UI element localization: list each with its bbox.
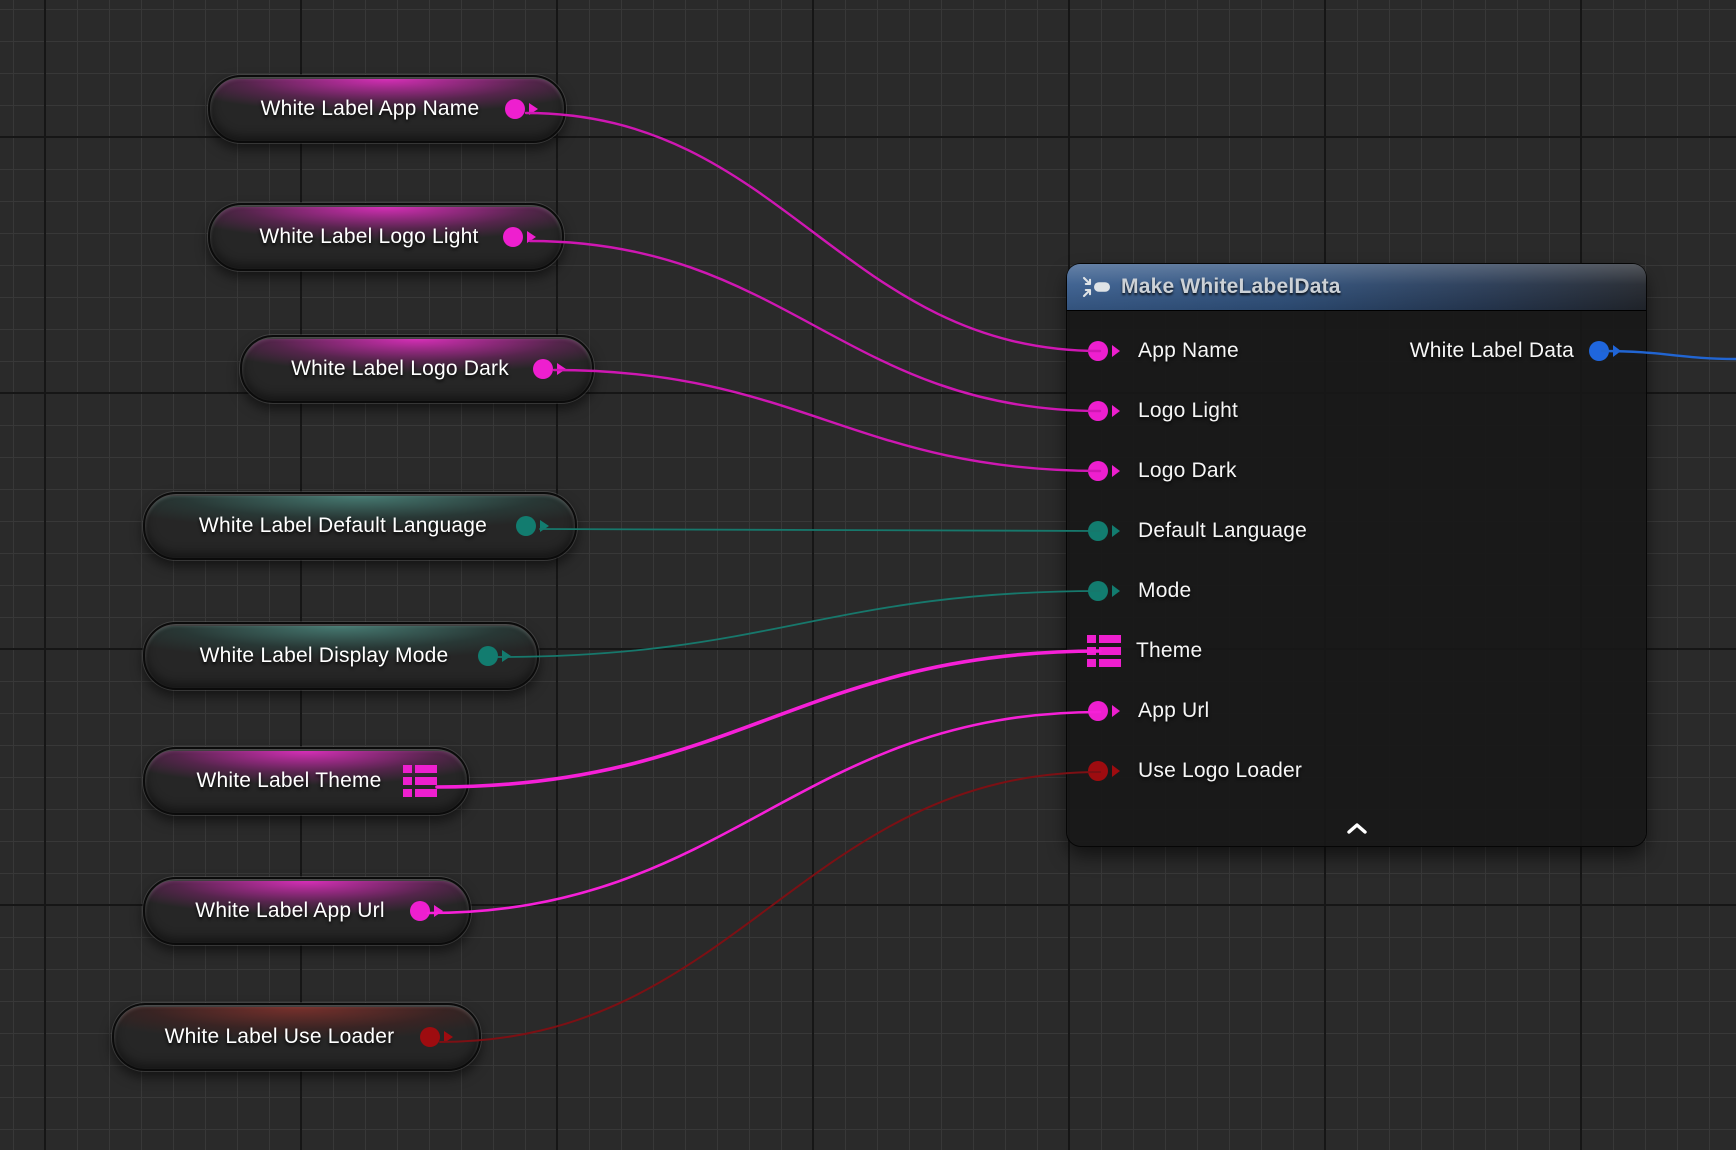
var-node-white-label-logo-dark[interactable]: White Label Logo Dark [240,335,594,403]
bool-output-pin[interactable] [419,1025,455,1049]
node-title: Make WhiteLabelData [1121,275,1341,299]
make-struct-icon [1081,275,1111,299]
pin-label: Logo Light [1138,399,1238,423]
var-node-white-label-default-language[interactable]: White Label Default Language [143,492,577,560]
input-pin-list: App Name Logo Light Logo Dark Default La… [1067,321,1646,801]
pin-label: App Url [1138,699,1209,723]
chevron-up-icon [1346,822,1368,834]
pin-label: Logo Dark [1138,459,1237,483]
var-node-white-label-use-loader[interactable]: White Label Use Loader [112,1003,481,1071]
string-pin-icon[interactable] [1087,459,1123,483]
input-pin-row-logo-dark[interactable]: Logo Dark [1067,441,1646,501]
pin-label: App Name [1138,339,1239,363]
string-pin-icon[interactable] [1087,399,1123,423]
bool-pin-icon[interactable] [1087,759,1123,783]
pin-label: Default Language [1138,519,1307,543]
var-node-white-label-app-url[interactable]: White Label App Url [143,877,471,945]
input-pin-row-theme[interactable]: Theme [1067,621,1646,681]
string-output-pin[interactable] [409,899,445,923]
enum-output-pin[interactable] [477,644,513,668]
string-pin-icon[interactable] [1087,699,1123,723]
var-node-label: White Label Default Language [145,514,575,538]
var-node-white-label-theme[interactable]: White Label Theme [143,747,469,815]
input-pin-row-app-url[interactable]: App Url [1067,681,1646,741]
object-pin-icon[interactable] [1588,339,1624,363]
struct-output-pin[interactable] [403,765,437,797]
input-pin-row-use-logo-loader[interactable]: Use Logo Loader [1067,741,1646,801]
collapse-node-button[interactable] [1335,818,1379,838]
input-pin-row-default-language[interactable]: Default Language [1067,501,1646,561]
pin-label: Mode [1138,579,1191,603]
var-node-white-label-app-name[interactable]: White Label App Name [208,75,566,143]
output-pin-row-white-label-data[interactable]: White Label Data [1410,321,1624,381]
pin-label: Theme [1136,639,1202,663]
make-struct-node[interactable]: Make WhiteLabelData App Name Logo Light … [1067,264,1646,846]
input-pin-row-logo-light[interactable]: Logo Light [1067,381,1646,441]
pin-label: White Label Data [1410,339,1574,363]
string-output-pin[interactable] [532,357,568,381]
string-pin-icon[interactable] [1087,339,1123,363]
var-node-white-label-logo-light[interactable]: White Label Logo Light [208,203,564,271]
struct-pin-icon[interactable] [1087,635,1121,667]
blueprint-editor-viewport: White Label App Name White Label Logo Li… [0,0,1736,1150]
string-output-pin[interactable] [504,97,540,121]
enum-pin-icon[interactable] [1087,579,1123,603]
input-pin-row-mode[interactable]: Mode [1067,561,1646,621]
var-node-white-label-display-mode[interactable]: White Label Display Mode [143,622,539,690]
string-output-pin[interactable] [502,225,538,249]
enum-pin-icon[interactable] [1087,519,1123,543]
node-header[interactable]: Make WhiteLabelData [1067,264,1646,311]
pin-label: Use Logo Loader [1138,759,1302,783]
enum-output-pin[interactable] [515,514,551,538]
